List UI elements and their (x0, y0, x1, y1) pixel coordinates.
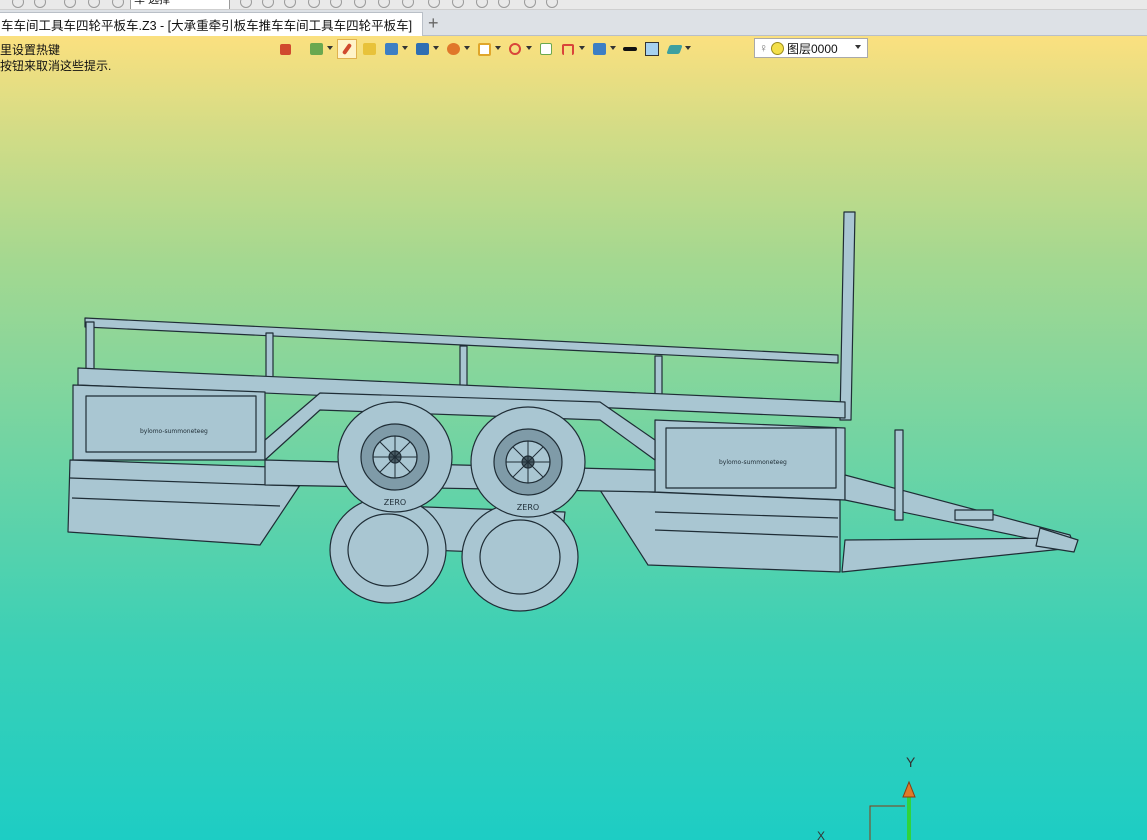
front-post (839, 211, 856, 421)
rail-post (654, 355, 663, 399)
right-inset-plate (665, 427, 837, 489)
y-axis-arrow (902, 780, 916, 798)
wheel-arch-frame (264, 392, 656, 461)
right-lower-panel (599, 489, 841, 573)
x-axis-label: X (817, 829, 825, 840)
y-axis-label: Y (906, 754, 916, 770)
rail-post (459, 345, 468, 389)
center-beam (264, 459, 656, 493)
left-tire-text: ZERO (384, 498, 406, 507)
hitch-lock (954, 509, 994, 521)
rail-post (265, 332, 274, 379)
right-plate-text: bylomo-summoneteeg (719, 459, 787, 466)
left-inset-plate (85, 395, 257, 453)
jack-stand (894, 429, 904, 521)
rail-post (85, 321, 95, 373)
axis-triad: Y X (817, 754, 916, 840)
right-tire-text: ZERO (517, 503, 539, 512)
trailer-model[interactable]: bylomo-summoneteeg bylomo-summoneteeg ZE… (0, 0, 1147, 840)
triad-bracket (869, 805, 905, 840)
left-plate-text: bylomo-summoneteeg (140, 428, 208, 435)
